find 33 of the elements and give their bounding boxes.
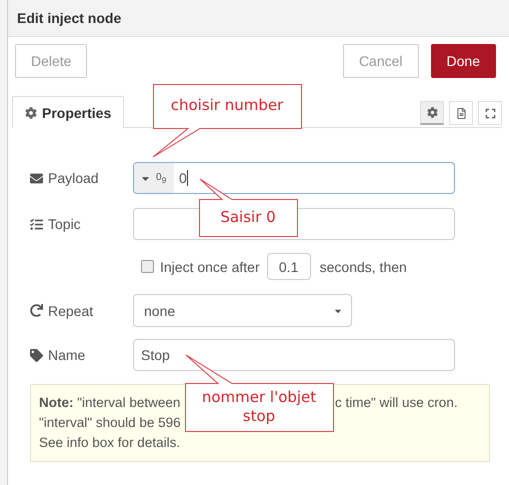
- dialog-title: Edit inject node: [17, 10, 122, 26]
- settings-icon: [25, 106, 37, 118]
- name-input[interactable]: Stop: [133, 339, 455, 371]
- settings-icon: [426, 107, 438, 118]
- payload-input[interactable]: 0$_{9}$ 0: [133, 162, 455, 194]
- callout-text: nommer l'objet stop: [200, 388, 318, 426]
- repeat-icon: [30, 304, 43, 317]
- delay-input[interactable]: 0.1: [266, 253, 311, 280]
- done-button[interactable]: Done: [430, 44, 496, 78]
- field-label: Payload: [48, 170, 99, 186]
- seconds-label: seconds, then: [320, 258, 407, 274]
- type-selector[interactable]: 0$_{9}$: [134, 163, 174, 193]
- checkbox-label: Inject once after: [160, 258, 260, 274]
- tab-tool-button[interactable]: [478, 101, 502, 125]
- repeat-select[interactable]: none: [133, 294, 352, 327]
- field-label: Topic: [48, 216, 81, 232]
- properties-tab[interactable]: Properties: [12, 96, 124, 128]
- list-icon: [30, 218, 43, 230]
- note-text: "interval" should be 596: [39, 414, 181, 431]
- tag-icon: [30, 348, 43, 362]
- callout-text: Saisir 0: [219, 208, 277, 227]
- callout-text: choisir number: [170, 96, 284, 115]
- envelope-icon: [30, 172, 43, 184]
- frame-icon: [484, 108, 496, 118]
- note-text: Note: "interval between: [39, 394, 182, 411]
- document-icon: [456, 108, 466, 118]
- note-text: See info box for details.: [39, 434, 180, 451]
- checkbox[interactable]: [141, 260, 154, 273]
- field-label: Repeat: [48, 302, 94, 318]
- note-text: c time" will use cron.: [335, 394, 458, 411]
- field-label: Name: [48, 347, 86, 363]
- tab-tool-button[interactable]: [449, 101, 473, 125]
- tab-tool-button[interactable]: [420, 101, 444, 125]
